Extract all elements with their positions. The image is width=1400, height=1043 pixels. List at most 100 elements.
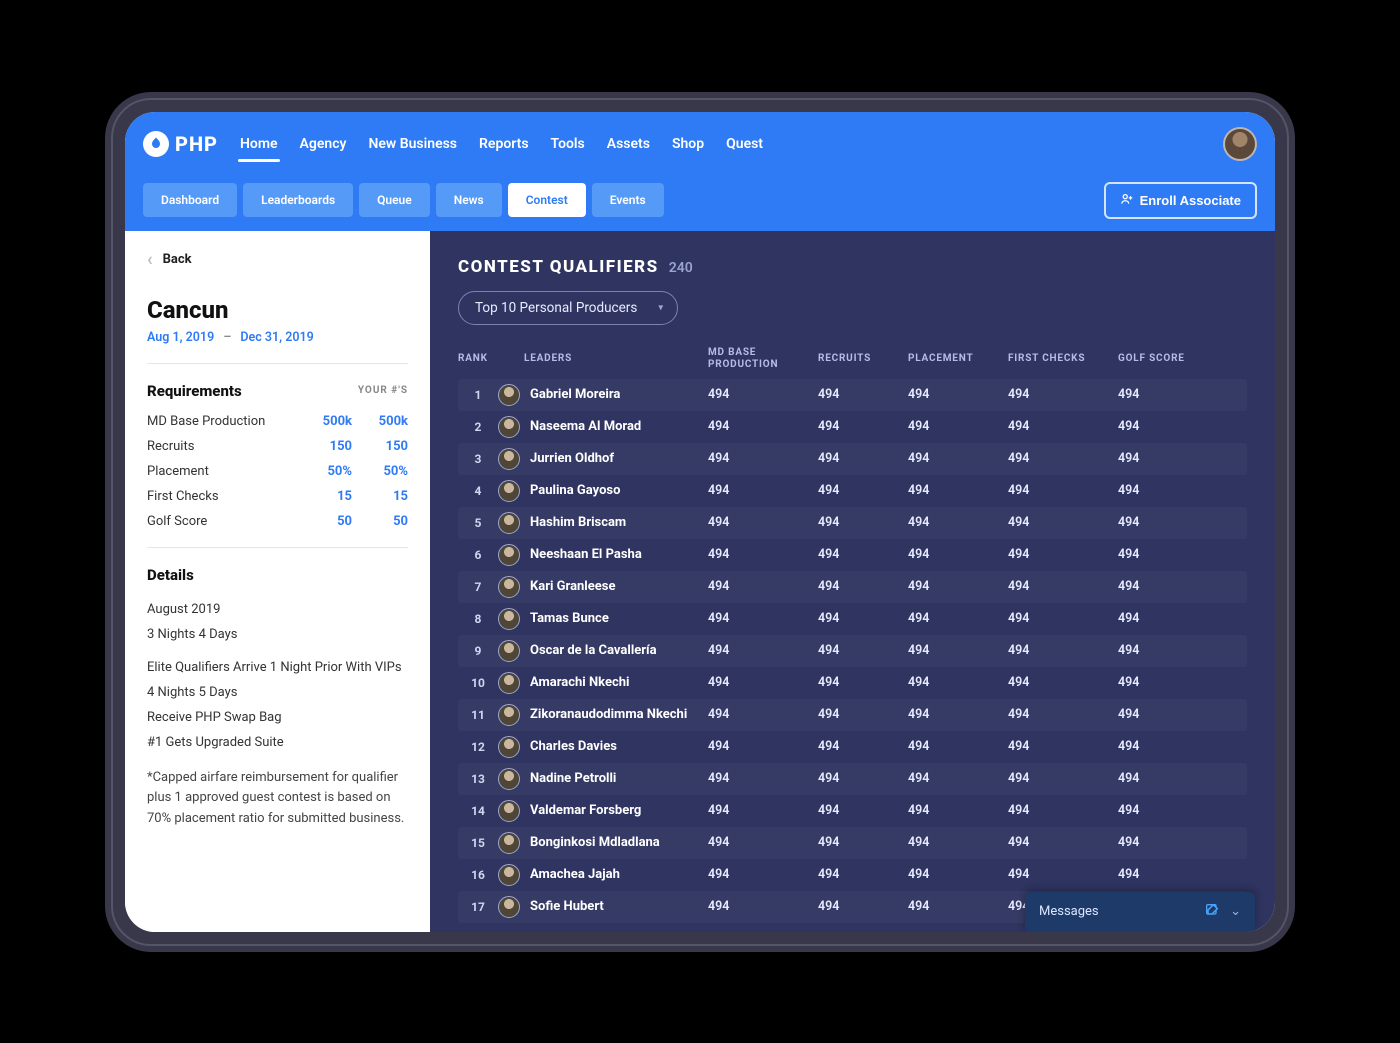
table-row[interactable]: 3Jurrien Oldhof494494494494494 — [458, 443, 1247, 475]
table-row[interactable]: 8Tamas Bunce494494494494494 — [458, 603, 1247, 635]
md-base-cell: 494 — [708, 707, 818, 722]
rank-cell: 10 — [458, 676, 498, 690]
nav-item-agency[interactable]: Agency — [298, 128, 349, 160]
golf-cell: 494 — [1118, 835, 1218, 850]
first-checks-cell: 494 — [1008, 867, 1118, 882]
placement-cell: 494 — [908, 643, 1008, 658]
date-dash: – — [223, 330, 231, 345]
table-row[interactable]: 7Kari Granleese494494494494494 — [458, 571, 1247, 603]
leader-cell: Kari Granleese — [498, 576, 708, 598]
qualifiers-panel: CONTEST QUALIFIERS 240 Top 10 Personal P… — [430, 231, 1275, 932]
nav-item-assets[interactable]: Assets — [605, 128, 652, 160]
md-base-cell: 494 — [708, 771, 818, 786]
tab-contest[interactable]: Contest — [508, 183, 586, 217]
tab-queue[interactable]: Queue — [359, 183, 430, 217]
first-checks-cell: 494 — [1008, 387, 1118, 402]
compose-icon[interactable] — [1204, 902, 1220, 922]
first-checks-cell: 494 — [1008, 419, 1118, 434]
logo-text: PHP — [175, 132, 218, 156]
tab-events[interactable]: Events — [592, 183, 664, 217]
md-base-cell: 494 — [708, 643, 818, 658]
rank-cell: 4 — [458, 484, 498, 498]
avatar — [498, 480, 520, 502]
golf-cell: 494 — [1118, 515, 1218, 530]
requirement-target: 50 — [302, 514, 352, 529]
placement-cell: 494 — [908, 611, 1008, 626]
top-nav-links: Home Agency New Business Reports Tools Assets… — [238, 128, 765, 160]
requirements-title: Requirements — [147, 382, 242, 400]
golf-cell: 494 — [1118, 867, 1218, 882]
tab-news[interactable]: News — [436, 183, 502, 217]
nav-item-tools[interactable]: Tools — [549, 128, 587, 160]
nav-item-reports[interactable]: Reports — [477, 128, 531, 160]
person-plus-icon — [1120, 192, 1134, 209]
avatar — [498, 640, 520, 662]
back-button[interactable]: ‹ Back — [147, 249, 408, 270]
nav-item-quest[interactable]: Quest — [724, 128, 765, 160]
first-checks-cell: 494 — [1008, 803, 1118, 818]
rank-cell: 17 — [458, 900, 498, 914]
table-row[interactable]: 12Charles Davies494494494494494 — [458, 731, 1247, 763]
recruits-cell: 494 — [818, 579, 908, 594]
nav-item-shop[interactable]: Shop — [670, 128, 706, 160]
md-base-cell: 494 — [708, 515, 818, 530]
table-row[interactable]: 9Oscar de la Cavallería494494494494494 — [458, 635, 1247, 667]
nav-item-home[interactable]: Home — [238, 128, 280, 160]
rank-cell: 9 — [458, 644, 498, 658]
requirement-yours: 500k — [358, 414, 408, 429]
leader-cell: Naseema Al Morad — [498, 416, 708, 438]
first-checks-cell: 494 — [1008, 835, 1118, 850]
table-row[interactable]: 2Naseema Al Morad494494494494494 — [458, 411, 1247, 443]
screen: PHP Home Agency New Business Reports Tools As… — [125, 112, 1275, 932]
first-checks-cell: 494 — [1008, 515, 1118, 530]
chevron-left-icon: ‹ — [147, 249, 153, 270]
avatar — [498, 512, 520, 534]
leader-cell: Bonginkosi Mdladlana — [498, 832, 708, 854]
avatar — [498, 864, 520, 886]
tab-leaderboards[interactable]: Leaderboards — [243, 183, 353, 217]
avatar — [498, 896, 520, 918]
table-row[interactable]: 5Hashim Briscam494494494494494 — [458, 507, 1247, 539]
table-row[interactable]: 15Bonginkosi Mdladlana494494494494494 — [458, 827, 1247, 859]
placement-cell: 494 — [908, 547, 1008, 562]
requirement-row: Recruits150150 — [147, 439, 408, 454]
recruits-cell: 494 — [818, 803, 908, 818]
requirement-label: First Checks — [147, 489, 296, 504]
table-row[interactable]: 16Amachea Jajah494494494494494 — [458, 859, 1247, 891]
table-row[interactable]: 1Gabriel Moreira494494494494494 — [458, 379, 1247, 411]
placement-cell: 494 — [908, 419, 1008, 434]
logo[interactable]: PHP — [143, 131, 218, 157]
chevron-down-icon[interactable]: ⌄ — [1230, 904, 1241, 919]
md-base-cell: 494 — [708, 451, 818, 466]
recruits-cell: 494 — [818, 419, 908, 434]
table-row[interactable]: 4Paulina Gayoso494494494494494 — [458, 475, 1247, 507]
qualifiers-filter-dropdown[interactable]: Top 10 Personal Producers — [458, 291, 678, 325]
rank-cell: 15 — [458, 836, 498, 850]
recruits-cell: 494 — [818, 547, 908, 562]
md-base-cell: 494 — [708, 675, 818, 690]
enroll-associate-button[interactable]: Enroll Associate — [1104, 182, 1257, 219]
elite-line: Elite Qualifiers Arrive 1 Night Prior Wi… — [147, 660, 408, 675]
leader-name: Nadine Petrolli — [530, 771, 616, 786]
qualifiers-title: CONTEST QUALIFIERS — [458, 257, 659, 277]
leader-name: Amarachi Nkechi — [530, 675, 629, 690]
user-avatar[interactable] — [1223, 127, 1257, 161]
leader-cell: Tamas Bunce — [498, 608, 708, 630]
first-checks-cell: 494 — [1008, 611, 1118, 626]
table-row[interactable]: 6Neeshaan El Pasha494494494494494 — [458, 539, 1247, 571]
first-checks-cell: 494 — [1008, 483, 1118, 498]
messages-bar[interactable]: Messages ⌄ — [1025, 892, 1255, 932]
table-row[interactable]: 10Amarachi Nkechi494494494494494 — [458, 667, 1247, 699]
tab-dashboard[interactable]: Dashboard — [143, 183, 237, 217]
table-row[interactable]: 14Valdemar Forsberg494494494494494 — [458, 795, 1247, 827]
avatar — [498, 800, 520, 822]
leader-name: Sofie Hubert — [530, 899, 604, 914]
recruits-cell: 494 — [818, 643, 908, 658]
table-row[interactable]: 11Zikoranaudodimma Nkechi494494494494494 — [458, 699, 1247, 731]
leader-name: Bonginkosi Mdladlana — [530, 835, 660, 850]
table-header: RANK LEADERS MD BASEPRODUCTION RECRUITS … — [458, 339, 1247, 379]
first-checks-cell: 494 — [1008, 771, 1118, 786]
leader-name: Tamas Bunce — [530, 611, 609, 626]
nav-item-new-business[interactable]: New Business — [366, 128, 459, 160]
table-row[interactable]: 13Nadine Petrolli494494494494494 — [458, 763, 1247, 795]
